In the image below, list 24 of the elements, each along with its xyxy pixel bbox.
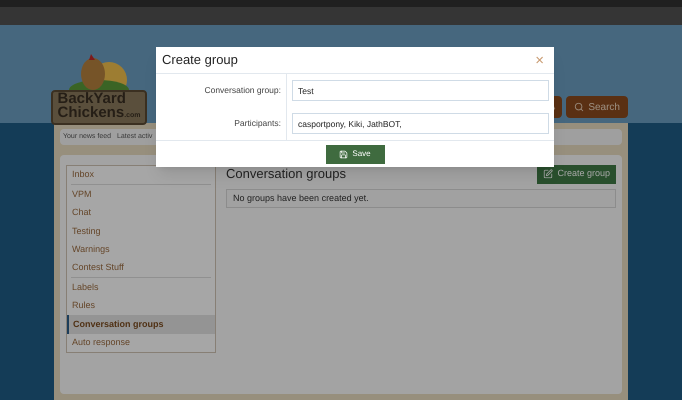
save-icon bbox=[339, 150, 348, 158]
field-label: Conversation group: bbox=[204, 84, 281, 97]
field-label: Participants: bbox=[234, 117, 281, 130]
create-group-button[interactable]: Create group bbox=[537, 164, 616, 184]
sidebar-item[interactable]: Contest Stuff bbox=[71, 258, 211, 278]
dialog-title: Create group bbox=[162, 51, 238, 70]
sidebar-item[interactable]: VPM bbox=[71, 185, 211, 204]
sidebar-item[interactable]: Auto response bbox=[71, 334, 211, 352]
page-title: Conversation groups bbox=[226, 165, 346, 184]
search-button[interactable]: Search bbox=[566, 96, 628, 118]
empty-message: No groups have been created yet. bbox=[226, 189, 616, 208]
close-button[interactable]: × bbox=[531, 52, 548, 68]
search-icon bbox=[574, 102, 584, 112]
text-field[interactable]: casportpony, Kiki, JathBOT, bbox=[292, 113, 549, 134]
text-field[interactable]: Test bbox=[292, 80, 549, 101]
sidebar-item[interactable]: Testing bbox=[71, 222, 211, 241]
sidebar-item[interactable]: Inbox bbox=[71, 166, 211, 184]
sidebar-item[interactable]: Chat bbox=[71, 204, 211, 222]
sidebar-item[interactable]: Warnings bbox=[71, 240, 211, 259]
sidebar-item[interactable]: Rules bbox=[71, 296, 211, 316]
sidebar-item[interactable]: Labels bbox=[71, 278, 211, 297]
sidebar-item[interactable]: Conversation groups bbox=[67, 315, 215, 334]
save-button[interactable]: Save bbox=[326, 144, 384, 164]
edit-icon bbox=[543, 169, 554, 179]
